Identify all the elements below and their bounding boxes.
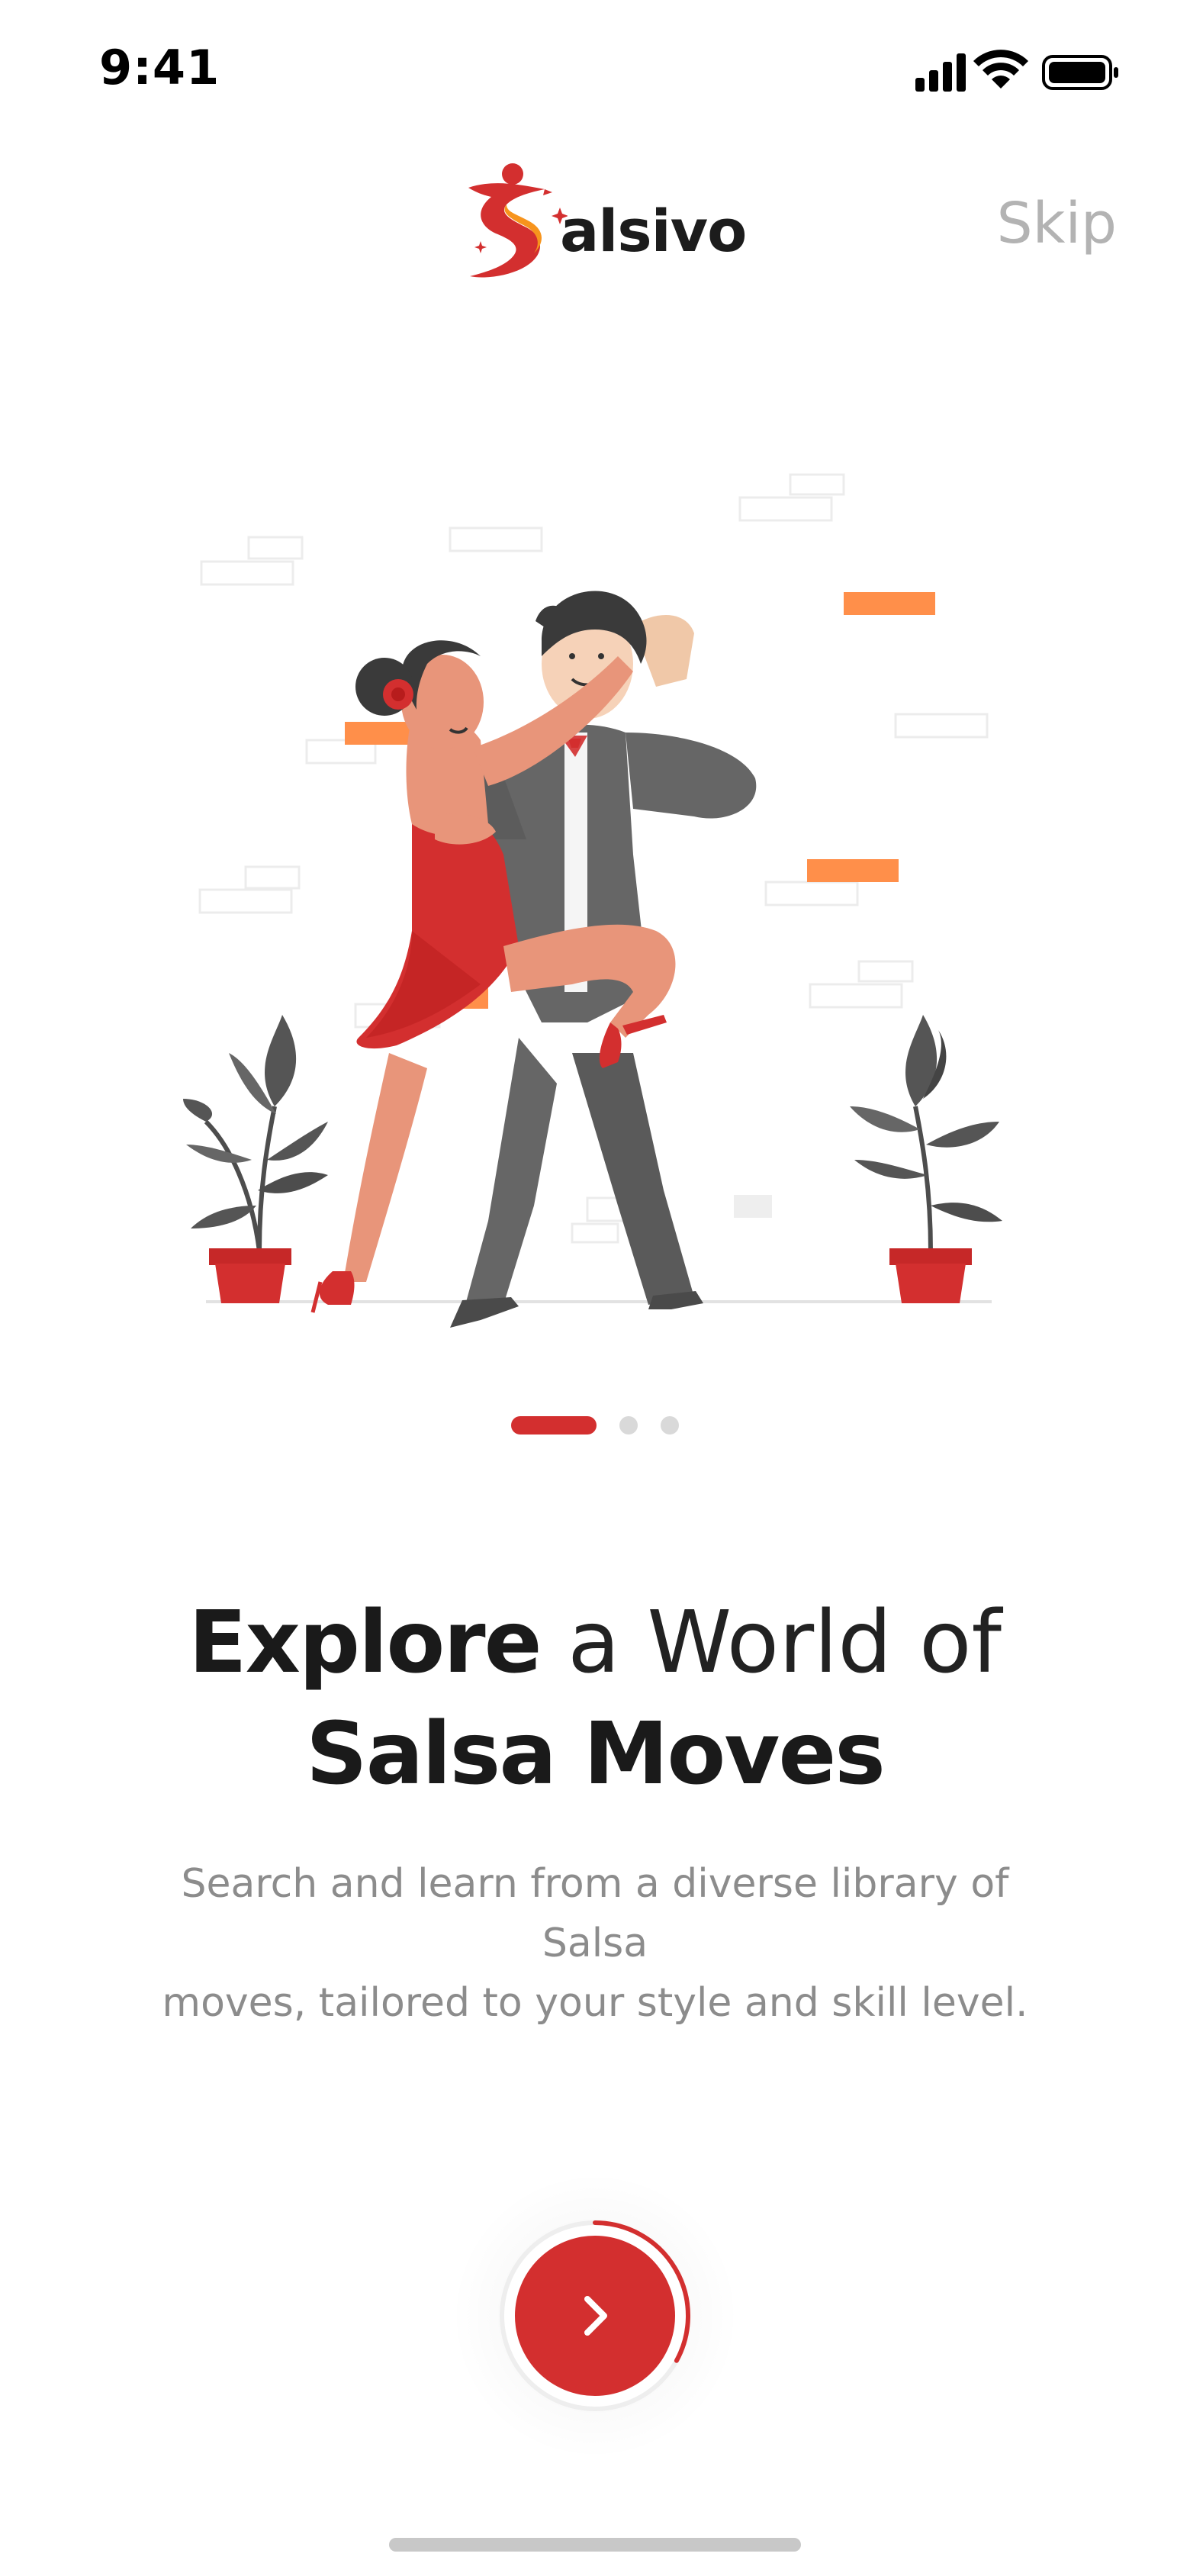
- onboarding-title: Explore a World of Salsa Moves: [0, 1587, 1190, 1810]
- skip-button[interactable]: Skip: [997, 191, 1117, 256]
- description-line-2: moves, tailored to your style and skill …: [162, 1980, 1028, 2026]
- battery-icon: [1042, 55, 1118, 90]
- status-time: 9:41: [99, 40, 220, 95]
- salsa-s-logo-icon: [468, 163, 568, 278]
- next-button-container: [450, 2171, 740, 2461]
- app-logo: alsivo: [461, 157, 747, 287]
- title-line-1: Explore a World of: [0, 1587, 1190, 1699]
- title-emphasis-2: Salsa Moves: [306, 1705, 886, 1804]
- status-bar: 9:41: [0, 0, 1190, 145]
- home-indicator[interactable]: [389, 2538, 801, 2552]
- page-dot[interactable]: [661, 1416, 679, 1435]
- status-icons: [915, 50, 1118, 92]
- wifi-icon: [973, 50, 1028, 89]
- title-rest: a World of: [540, 1593, 1002, 1692]
- salsa-dancers-illustration: [183, 473, 1002, 1328]
- title-line-2: Salsa Moves: [0, 1699, 1190, 1810]
- page-dot[interactable]: [619, 1416, 638, 1435]
- plant-right-icon: [850, 1015, 1002, 1303]
- page-indicator: [0, 1410, 1190, 1441]
- description-line-1: Search and learn from a diverse library …: [181, 1861, 1009, 1966]
- signal-icon: [915, 53, 966, 92]
- chevron-right-icon: [584, 2296, 607, 2336]
- page-dot-active[interactable]: [511, 1416, 597, 1435]
- logo-text: alsivo: [560, 197, 747, 265]
- plant-left-icon: [183, 1015, 328, 1303]
- onboarding-description: Search and learn from a diverse library …: [137, 1854, 1053, 2033]
- next-button[interactable]: [515, 2236, 675, 2396]
- title-emphasis: Explore: [188, 1593, 542, 1692]
